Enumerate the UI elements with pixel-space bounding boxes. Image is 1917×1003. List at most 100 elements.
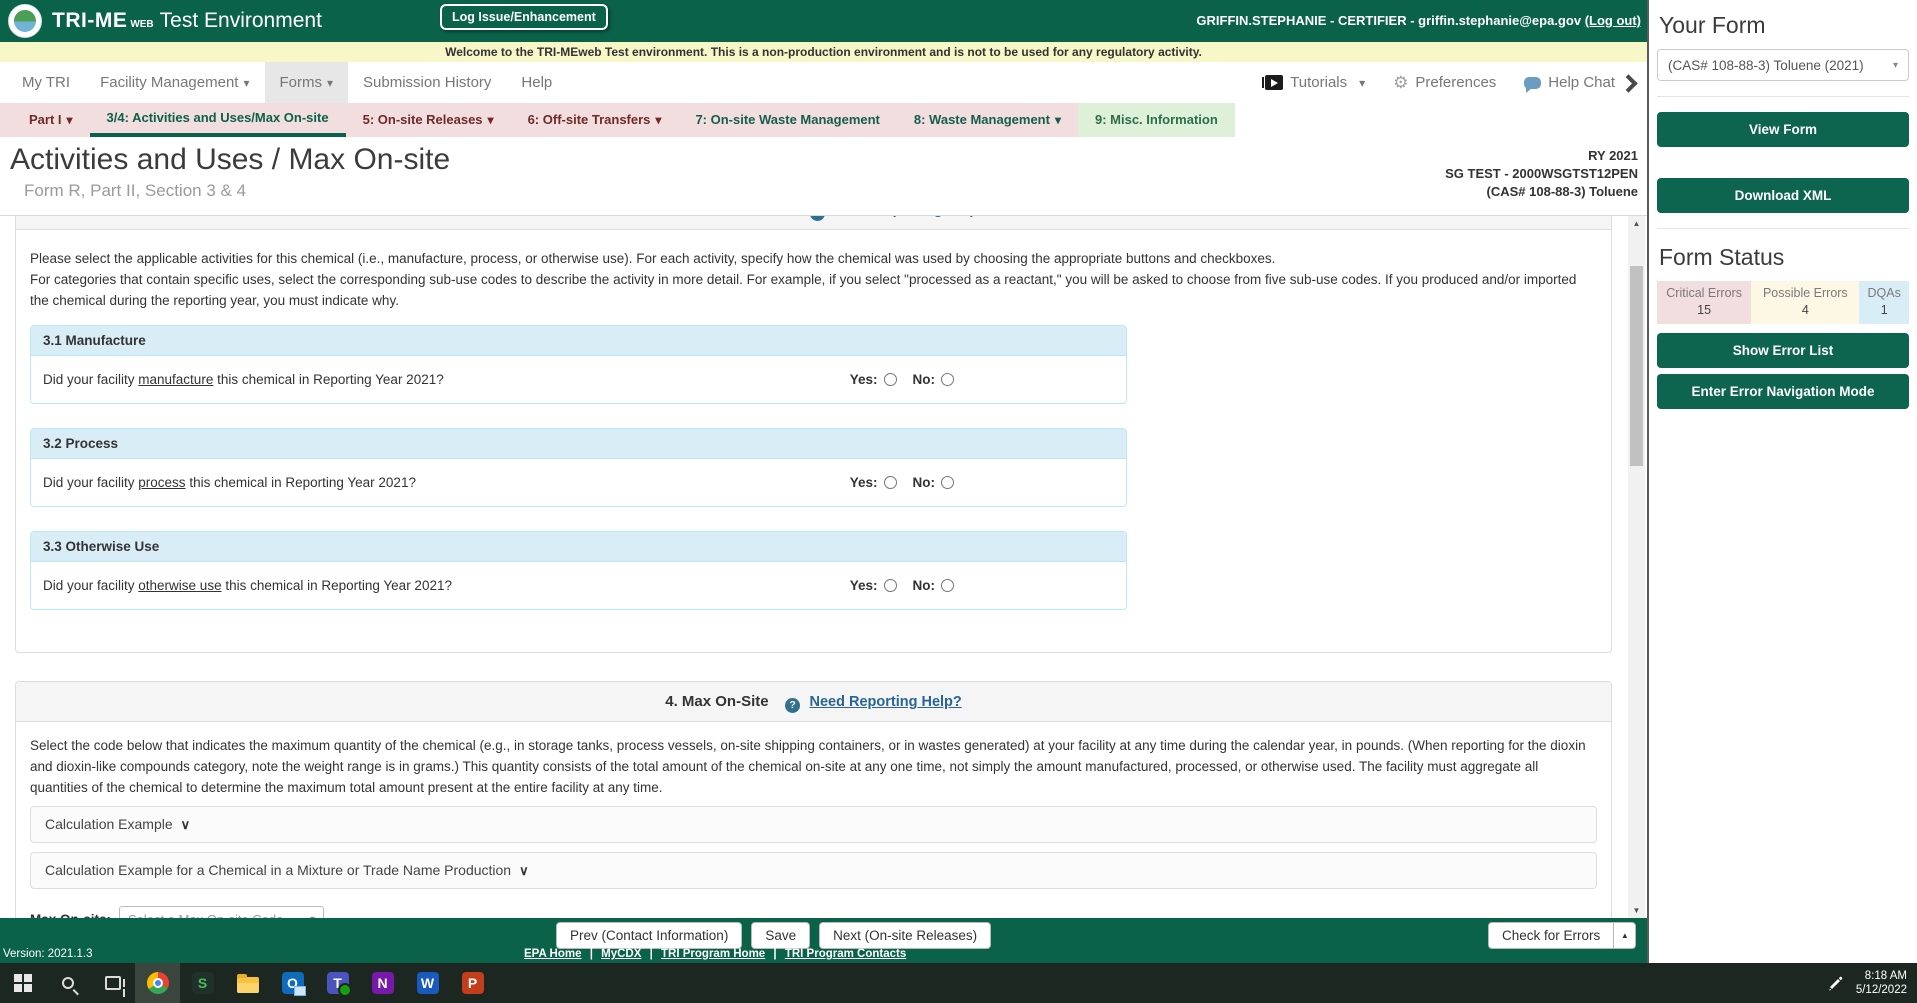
otherwise-use-panel-title: 3.3 Otherwise Use: [31, 532, 1126, 562]
epa-home-link[interactable]: EPA Home: [524, 948, 582, 960]
critical-errors-count: 15: [1697, 303, 1712, 317]
check-for-errors-menu-arrow[interactable]: ▲: [1614, 922, 1637, 949]
preferences-menu[interactable]: ⚙ Preferences: [1393, 74, 1496, 91]
nav-my-tri[interactable]: My TRI: [0, 62, 85, 103]
your-form-sidebar: Your Form (CAS# 108-88-3) Toluene (2021)…: [1647, 0, 1917, 963]
tab-activities-uses-max-onsite[interactable]: 3/4: Activities and Uses/Max On-site: [89, 103, 346, 137]
user-name-label: GRIFFIN.STEPHANIE - CERTIFIER - griffin.…: [1196, 13, 1582, 28]
tab-offsite-transfers[interactable]: 6: Off-site Transfers: [511, 103, 679, 137]
tab-waste-management[interactable]: 8: Waste Management: [897, 103, 1078, 137]
chrome-taskbar-button[interactable]: [135, 963, 180, 1003]
scroll-down-arrow[interactable]: ▼: [1628, 903, 1645, 918]
section-3-instructions-2: For categories that contain specific use…: [30, 272, 1577, 308]
app-brand: TRI-ME WEB Test Environment: [52, 9, 322, 33]
content-scrollbar[interactable]: ▲ ▼: [1628, 216, 1645, 918]
version-label: Version: 2021.1.3: [3, 948, 93, 960]
task-view-button[interactable]: [90, 963, 135, 1003]
tab-misc-information[interactable]: 9: Misc. Information: [1077, 103, 1235, 137]
otherwise-use-no-radio[interactable]: [941, 579, 954, 592]
help-chat-menu[interactable]: Help Chat: [1524, 74, 1615, 93]
divider: [1657, 96, 1909, 97]
user-info: GRIFFIN.STEPHANIE - CERTIFIER - griffin.…: [1196, 13, 1641, 28]
form-selector-dropdown[interactable]: (CAS# 108-88-3) Toluene (2021) ▾: [1657, 49, 1909, 81]
scroll-up-arrow[interactable]: ▲: [1628, 216, 1645, 232]
possible-errors-status: Possible Errors 4: [1751, 281, 1860, 324]
pen-input-icon[interactable]: [1826, 974, 1844, 992]
section-4-instructions: Select the code below that indicates the…: [30, 738, 1586, 795]
nav-forms[interactable]: Forms: [264, 62, 349, 103]
main-app-region: TRI-ME WEB Test Environment Log Issue/En…: [0, 0, 1647, 963]
search-icon: [61, 977, 74, 989]
taskbar-clock[interactable]: 8:18 AM 5/12/2022: [1856, 969, 1907, 997]
tab-onsite-releases[interactable]: 5: On-site Releases: [346, 103, 511, 137]
folder-icon: [236, 973, 259, 993]
tabbar-filler: [1234, 103, 1647, 137]
footer-nav-buttons: Prev (Contact Information) Save Next (On…: [556, 922, 992, 949]
check-for-errors-button[interactable]: Check for Errors: [1488, 922, 1615, 949]
show-error-list-button[interactable]: Show Error List: [1657, 333, 1909, 368]
calculation-example-accordion[interactable]: Calculation Example ∨: [30, 806, 1597, 843]
facility-label: SG TEST - 2000WSGTST12PEN: [1445, 166, 1638, 181]
link-separator: |: [770, 948, 777, 960]
snagit-taskbar-button[interactable]: S: [180, 963, 225, 1003]
section-4-header: 4. Max On-Site ? Need Reporting Help?: [16, 682, 1611, 722]
brand-web: WEB: [130, 19, 154, 30]
form-scroll-region: 3. Activities and Uses ? Need Reporting …: [0, 215, 1647, 918]
section-3-panel: 3. Activities and Uses ? Need Reporting …: [15, 216, 1612, 653]
logout-link[interactable]: (Log out): [1585, 13, 1641, 28]
teams-taskbar-button[interactable]: T: [315, 963, 360, 1003]
prev-button[interactable]: Prev (Contact Information): [556, 922, 743, 949]
possible-errors-label: Possible Errors: [1762, 286, 1848, 300]
nav-facility-management[interactable]: Facility Management: [85, 62, 264, 103]
chevron-down-icon: ∨: [180, 817, 191, 832]
tri-program-contacts-link[interactable]: TRI Program Contacts: [785, 948, 906, 960]
mixture-calculation-example-accordion[interactable]: Calculation Example for a Chemical in a …: [30, 852, 1597, 889]
powerpoint-icon: P: [461, 972, 484, 994]
save-button[interactable]: Save: [751, 922, 811, 949]
manufacture-question: Did your facility manufacture this chemi…: [43, 372, 444, 387]
start-button[interactable]: [0, 963, 45, 1003]
help-question-icon: ?: [810, 216, 826, 221]
powerpoint-taskbar-button[interactable]: P: [450, 963, 495, 1003]
section-3-help-link[interactable]: Need Reporting Help?: [835, 216, 987, 218]
file-explorer-button[interactable]: [225, 963, 270, 1003]
chevron-right-icon[interactable]: [1619, 74, 1638, 93]
nav-submission-history[interactable]: Submission History: [348, 62, 506, 103]
log-issue-button[interactable]: Log Issue/Enhancement: [440, 4, 608, 30]
outlook-icon: O: [281, 972, 306, 996]
taskbar-search-button[interactable]: [45, 963, 90, 1003]
tab-part-1[interactable]: Part I: [12, 103, 90, 137]
word-taskbar-button[interactable]: W: [405, 963, 450, 1003]
error-navigation-mode-button[interactable]: Enter Error Navigation Mode: [1657, 374, 1909, 409]
manufacture-no-radio[interactable]: [941, 373, 954, 386]
windows-logo-icon: [13, 974, 32, 992]
scrollbar-thumb[interactable]: [1630, 266, 1643, 466]
section-4-help-link[interactable]: Need Reporting Help?: [810, 694, 962, 710]
view-form-button[interactable]: View Form: [1657, 112, 1909, 147]
tutorials-menu[interactable]: Tutorials: [1262, 74, 1365, 91]
section-3-instructions-1: Please select the applicable activities …: [30, 251, 1276, 266]
outlook-taskbar-button[interactable]: O: [270, 963, 315, 1003]
otherwise-use-yes-radio[interactable]: [883, 579, 897, 592]
manufacture-no-label: No:: [912, 372, 936, 387]
manufacture-yes-radio[interactable]: [883, 373, 897, 386]
max-onsite-select[interactable]: Select a Max On-site Code ▾: [119, 906, 325, 918]
nav-help[interactable]: Help: [506, 62, 567, 103]
form-status-title: Form Status: [1659, 244, 1785, 270]
download-xml-button[interactable]: Download XML: [1657, 178, 1909, 213]
chrome-icon: [146, 972, 169, 994]
critical-errors-label: Critical Errors: [1666, 286, 1742, 300]
process-yes-label: Yes:: [849, 475, 878, 490]
next-button[interactable]: Next (On-site Releases): [819, 922, 992, 949]
process-yes-radio[interactable]: [883, 476, 897, 489]
tab-onsite-waste-management[interactable]: 7: On-site Waste Management: [678, 103, 896, 137]
section-3-title: 3. Activities and Uses: [640, 216, 794, 218]
max-onsite-row: Max On-site: Select a Max On-site Code ▾: [30, 906, 1597, 918]
onenote-taskbar-button[interactable]: N: [360, 963, 405, 1003]
form-context-info: RY 2021 SG TEST - 2000WSGTST12PEN (CAS# …: [1445, 147, 1638, 201]
mycdx-link[interactable]: MyCDX: [601, 948, 641, 960]
tri-program-home-link[interactable]: TRI Program Home: [661, 948, 765, 960]
test-environment-banner: Welcome to the TRI-MEweb Test environmen…: [0, 42, 1647, 62]
chemical-label: (CAS# 108-88-3) Toluene: [1486, 184, 1638, 199]
process-no-radio[interactable]: [941, 476, 954, 489]
